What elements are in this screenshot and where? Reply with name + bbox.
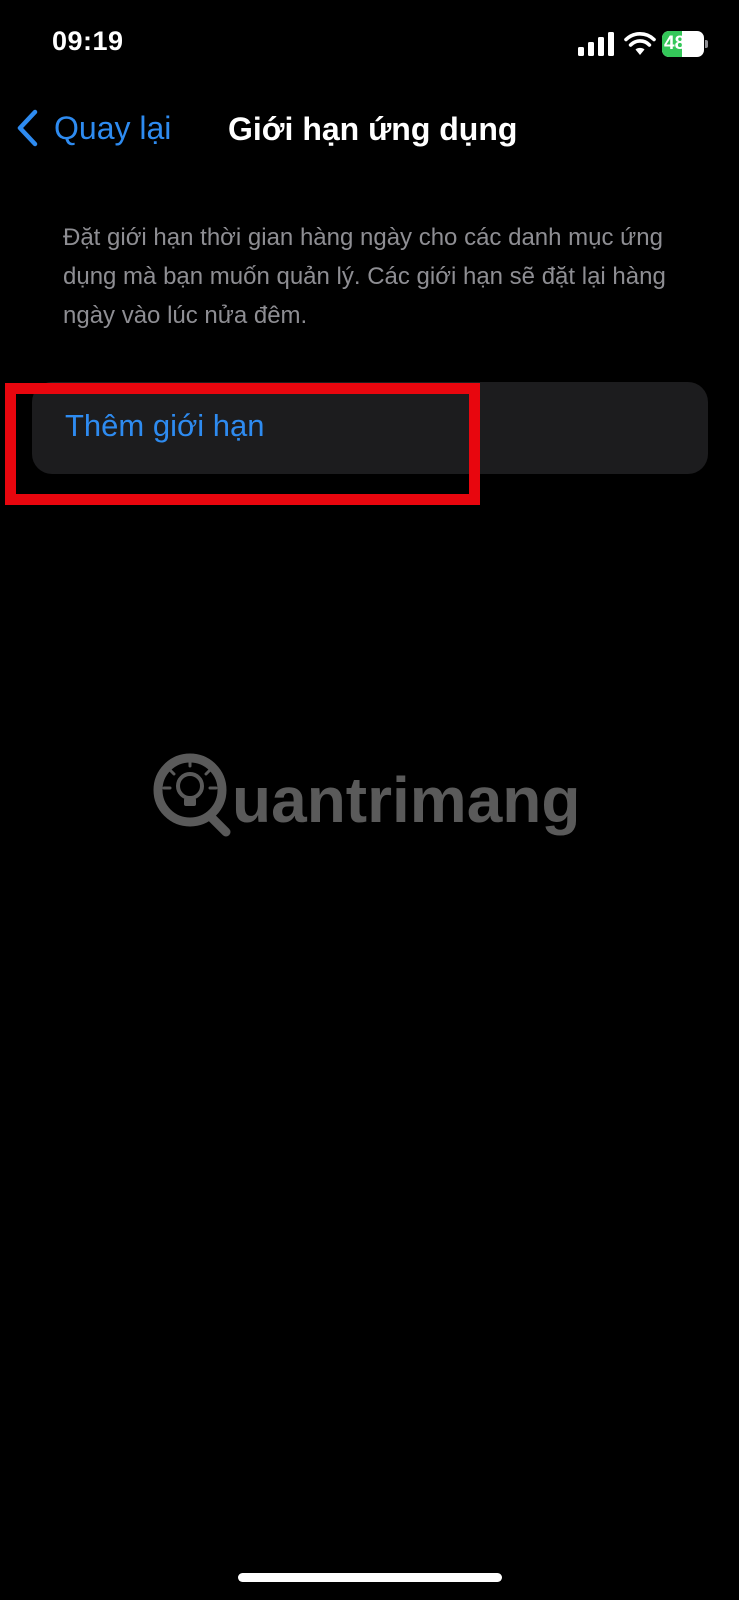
cellular-signal-icon: [578, 32, 614, 56]
back-button[interactable]: Quay lại: [16, 106, 171, 150]
description-text: Đặt giới hạn thời gian hàng ngày cho các…: [63, 224, 666, 329]
watermark-logo: uantrimang: [153, 753, 580, 837]
battery-body: 48: [662, 31, 704, 57]
chevron-left-icon: [17, 109, 38, 147]
add-limit-label: Thêm giới hạn: [65, 408, 265, 443]
status-time: 09:19: [52, 26, 124, 56]
home-indicator[interactable]: [238, 1573, 502, 1582]
back-label: Quay lại: [54, 109, 172, 146]
status-bar: 09:19 48: [0, 0, 739, 90]
battery-level: 48: [664, 33, 686, 54]
battery-indicator: 48: [662, 31, 708, 57]
wifi-icon: [624, 32, 656, 55]
page-title: Giới hạn ứng dụng: [228, 111, 518, 147]
charging-bolt-icon: [691, 34, 702, 54]
watermark-text: uantrimang: [232, 764, 580, 836]
battery-cap: [705, 40, 708, 48]
add-limit-button[interactable]: Thêm giới hạn: [32, 382, 708, 474]
navigation-bar: Quay lại Giới hạn ứng dụng: [0, 90, 739, 170]
